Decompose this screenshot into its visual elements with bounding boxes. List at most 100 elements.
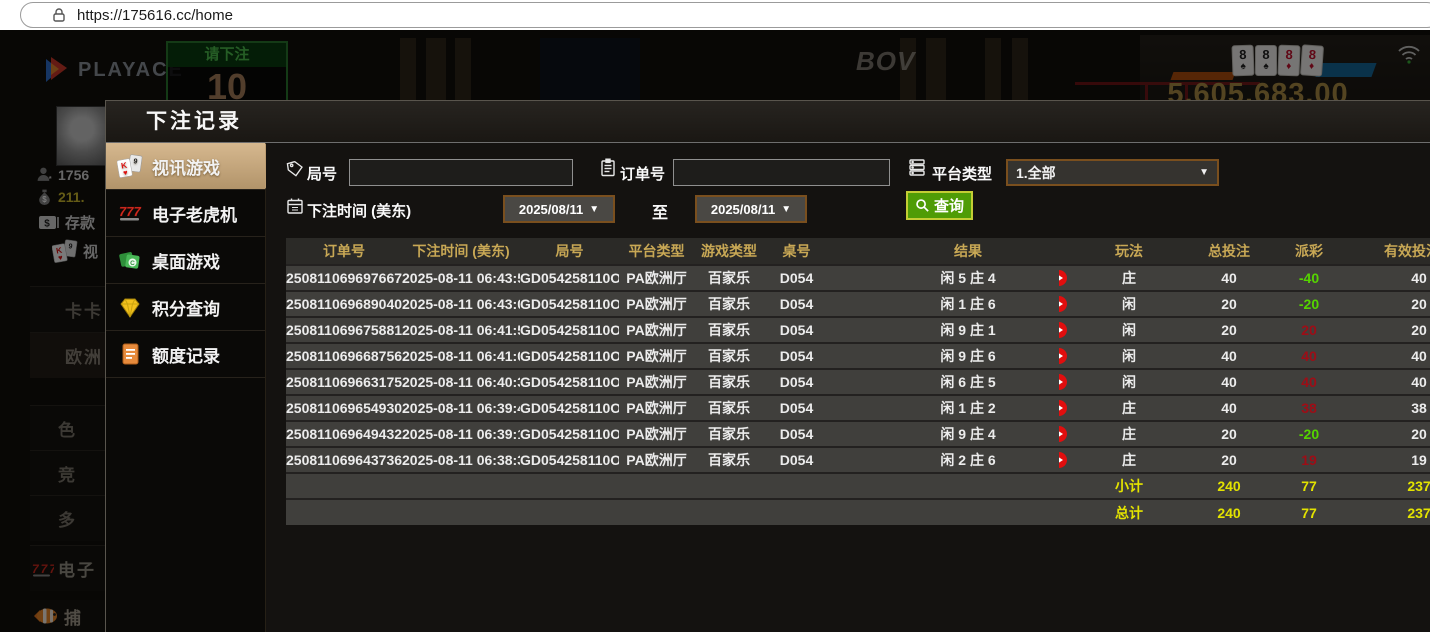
subtotal-valid-bet: 237: [1339, 472, 1430, 499]
cell-replay: [1059, 446, 1099, 473]
cell-table: D054: [764, 420, 829, 447]
search-button[interactable]: 查询: [906, 191, 974, 220]
replay-icon[interactable]: [1059, 321, 1067, 338]
cell-replay: [1059, 342, 1099, 369]
casino-page-background: PLAYACE 请下注 10 BOV 8♠ 8♠ 8♦ 8♦ 5,605,683…: [0, 30, 1430, 632]
header-table: 桌号: [764, 238, 829, 265]
header-order: 订单号: [286, 238, 402, 265]
table-row: 250811069643736 2025-08-11 06:38:37 GD0542…: [286, 446, 1430, 473]
cell-table: D054: [764, 394, 829, 421]
cell-table: D054: [764, 446, 829, 473]
platform-type-select[interactable]: 1.全部 ▼: [1006, 159, 1219, 186]
cell-valid-bet: 20: [1339, 420, 1430, 447]
sidebar-item-slots[interactable]: 777 电子老虎机: [106, 190, 265, 237]
cell-time: 2025-08-11 06:43:57: [402, 264, 520, 291]
cell-valid-bet: 20: [1339, 290, 1430, 317]
replay-icon[interactable]: [1059, 399, 1067, 416]
cell-valid-bet: 19: [1339, 446, 1430, 473]
cell-result: 闲 6 庄 5: [829, 368, 1059, 395]
cell-total-bet: 20: [1159, 446, 1279, 473]
cell-result: 闲 1 庄 6: [829, 290, 1059, 317]
cell-bet: 庄: [1099, 394, 1159, 421]
tag-icon: [286, 160, 304, 183]
cell-replay: [1059, 290, 1099, 317]
cell-platform: PA欧洲厅: [619, 316, 694, 343]
cell-replay: [1059, 264, 1099, 291]
cell-round: GD054258110OF: [520, 394, 619, 421]
cell-platform: PA欧洲厅: [619, 290, 694, 317]
cell-table: D054: [764, 264, 829, 291]
cell-payout: 40: [1279, 368, 1339, 395]
header-payout: 派彩: [1279, 238, 1339, 265]
cell-total-bet: 20: [1159, 420, 1279, 447]
cell-game: 百家乐: [694, 420, 764, 447]
header-total-bet: 总投注: [1159, 238, 1279, 265]
document-icon: [122, 343, 139, 365]
modal-sidebar: 9 K ♥ 视讯游戏 777 电子老虎机 C 桌面游戏 积分查询 额度记录: [106, 143, 282, 632]
header-game: 游戏类型: [694, 238, 764, 265]
sidebar-item-points-query[interactable]: 积分查询: [106, 284, 265, 331]
cell-time: 2025-08-11 06:39:14: [402, 420, 520, 447]
cell-bet: 庄: [1099, 446, 1159, 473]
cell-payout: -20: [1279, 290, 1339, 317]
cell-bet: 闲: [1099, 290, 1159, 317]
order-filter-label: 订单号: [620, 166, 666, 183]
lock-icon: [51, 7, 67, 23]
sidebar-item-credit-records[interactable]: 额度记录: [106, 331, 265, 378]
cell-round: GD054258110OK: [520, 290, 619, 317]
table-row: 250811069689040 2025-08-11 06:43:08 GD0542…: [286, 290, 1430, 317]
order-number-input[interactable]: [673, 159, 890, 186]
platform-type-value: 1.全部: [1016, 164, 1056, 181]
replay-icon[interactable]: [1059, 425, 1067, 442]
cell-platform: PA欧洲厅: [619, 264, 694, 291]
cell-order: 250811069654930: [286, 394, 402, 421]
cell-time: 2025-08-11 06:39:49: [402, 394, 520, 421]
cell-result: 闲 9 庄 6: [829, 342, 1059, 369]
cell-platform: PA欧洲厅: [619, 446, 694, 473]
cell-valid-bet: 40: [1339, 368, 1430, 395]
cell-time: 2025-08-11 06:41:08: [402, 342, 520, 369]
bet-time-filter-label: 下注时间 (美东): [307, 203, 412, 220]
sidebar-item-video-games[interactable]: 9 K ♥ 视讯游戏: [106, 143, 282, 190]
date-from-picker[interactable]: 2025/08/11 ▼: [503, 195, 615, 223]
cell-payout: 40: [1279, 342, 1339, 369]
svg-text:777: 777: [119, 204, 141, 219]
browser-toolbar: https://175616.cc/home: [0, 0, 1430, 30]
table-row: 250811069663175 2025-08-11 06:40:35 GD0542…: [286, 368, 1430, 395]
cell-total-bet: 40: [1159, 342, 1279, 369]
cell-bet: 闲: [1099, 368, 1159, 395]
cell-bet: 闲: [1099, 342, 1159, 369]
cell-platform: PA欧洲厅: [619, 342, 694, 369]
cell-order: 250811069668756: [286, 342, 402, 369]
cell-round: GD054258110OE: [520, 420, 619, 447]
table-games-icon: C: [119, 252, 140, 269]
cell-valid-bet: 20: [1339, 316, 1430, 343]
cell-replay: [1059, 368, 1099, 395]
round-number-input[interactable]: [349, 159, 573, 186]
cell-result: 闲 2 庄 6: [829, 446, 1059, 473]
sidebar-item-table-games[interactable]: C 桌面游戏: [106, 237, 265, 284]
grand-total-total-bet: 240: [1159, 498, 1279, 525]
cell-round: GD054258110OH: [520, 342, 619, 369]
cell-game: 百家乐: [694, 368, 764, 395]
date-to-picker[interactable]: 2025/08/11 ▼: [695, 195, 807, 223]
cell-bet: 闲: [1099, 316, 1159, 343]
cell-time: 2025-08-11 06:40:35: [402, 368, 520, 395]
platform-filter-label: 平台类型: [932, 166, 993, 183]
replay-icon[interactable]: [1059, 451, 1067, 468]
cell-game: 百家乐: [694, 446, 764, 473]
date-from-value: 2025/08/11: [518, 201, 584, 217]
table-row: 250811069654930 2025-08-11 06:39:49 GD0542…: [286, 394, 1430, 421]
table-row: 250811069697667 2025-08-11 06:43:57 GD0542…: [286, 264, 1430, 291]
sidebar-item-label: 桌面游戏: [152, 252, 220, 272]
replay-icon[interactable]: [1059, 269, 1067, 286]
grand-total-valid-bet: 237: [1339, 498, 1430, 525]
cell-replay: [1059, 420, 1099, 447]
replay-icon[interactable]: [1059, 347, 1067, 364]
replay-icon[interactable]: [1059, 373, 1067, 390]
table-header-row: 订单号 下注时间 (美东) 局号 平台类型 游戏类型 桌号 结果 玩法 总投注 …: [286, 238, 1430, 265]
svg-text:C: C: [130, 260, 135, 267]
replay-icon[interactable]: [1059, 295, 1067, 312]
url-bar[interactable]: https://175616.cc/home: [20, 2, 1430, 28]
subtotal-total-bet: 240: [1159, 472, 1279, 499]
